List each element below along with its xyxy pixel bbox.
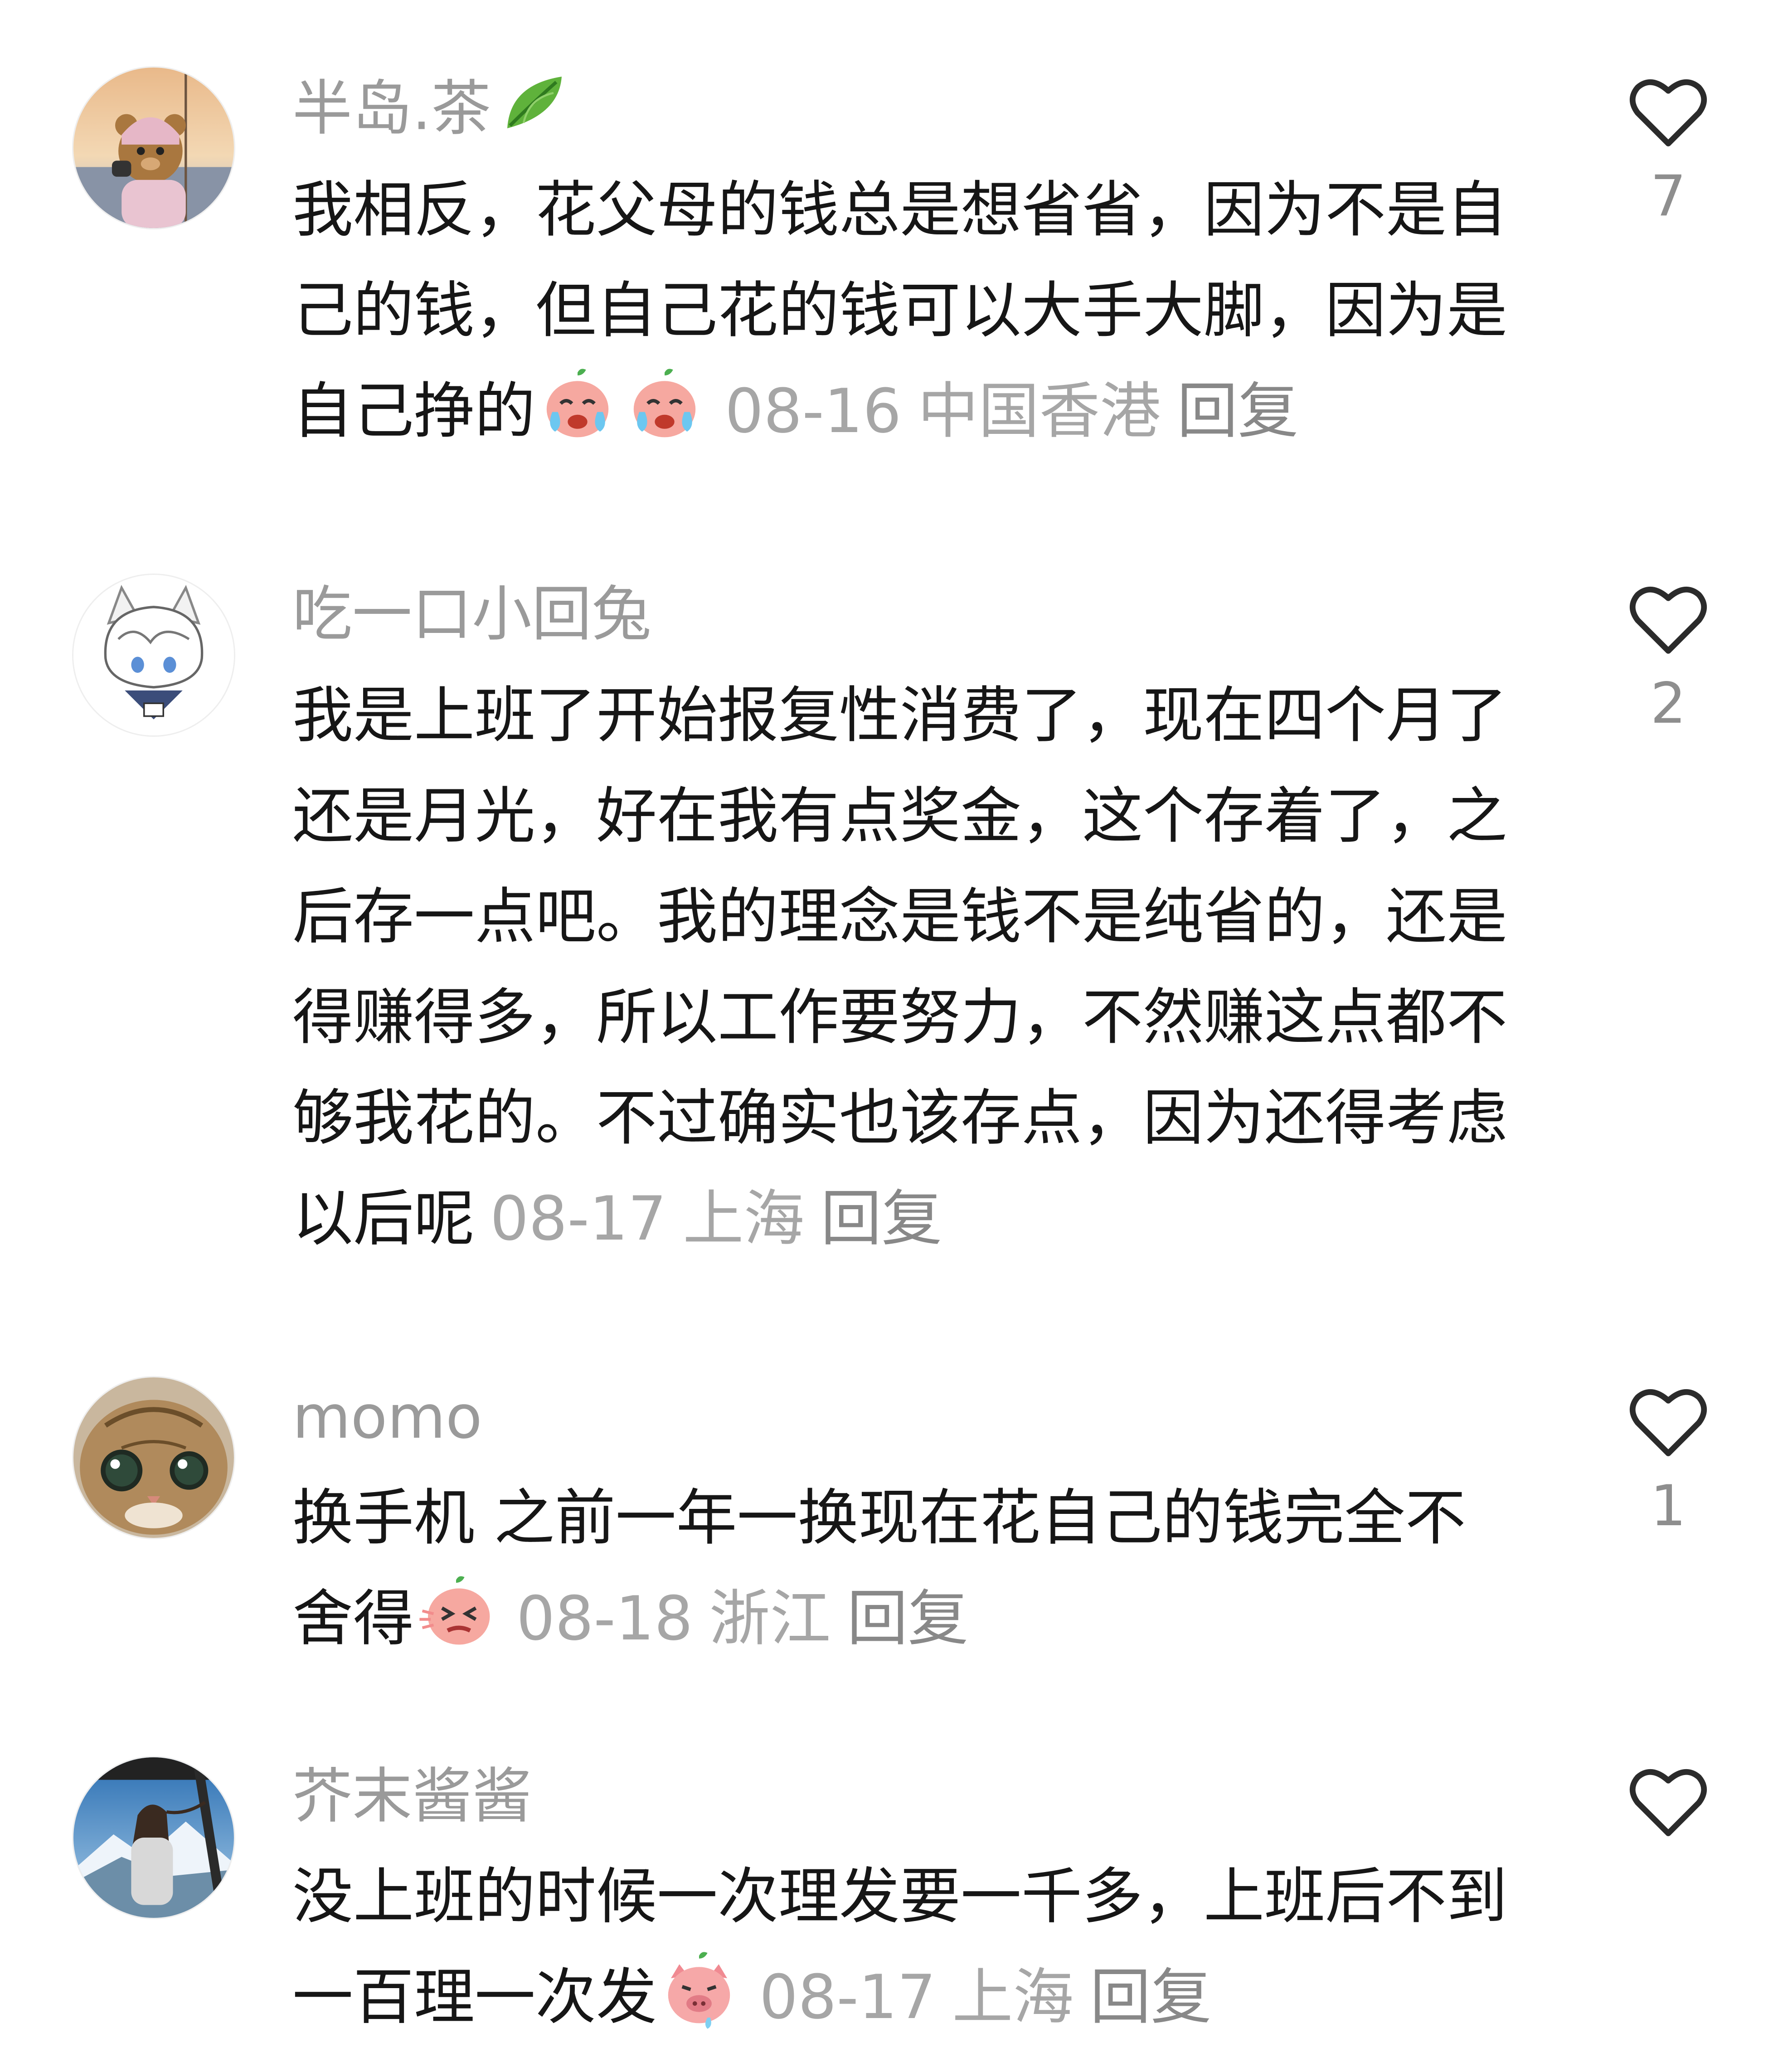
comment-text: 我相反，花父母的钱总是想省省，因为不是自己的钱，但自己花的钱可以大手大脚，因为是…: [292, 160, 1516, 462]
comment-date: 08-17: [759, 1962, 936, 2033]
comment-date: 08-18: [516, 1583, 693, 1654]
reply-button[interactable]: 回复: [847, 1583, 968, 1654]
comment-region: 浙江: [709, 1583, 831, 1654]
reply-button[interactable]: 回复: [1177, 376, 1298, 447]
leaf-emoji-icon: [496, 66, 578, 159]
comment-meta: 08-16 中国香港: [725, 376, 1161, 447]
heart-icon[interactable]: [1627, 1384, 1709, 1461]
like-count: 1: [1650, 1474, 1686, 1539]
comment-date: 08-17: [490, 1183, 667, 1254]
like-count: 2: [1650, 671, 1686, 736]
reply-button[interactable]: 回复: [1090, 1962, 1211, 2033]
comment-region: 上海: [952, 1962, 1074, 2033]
username[interactable]: 芥末酱酱: [292, 1756, 532, 1837]
comment-region: 中国香港: [918, 376, 1161, 447]
like-control: 2: [1623, 582, 1714, 733]
avatar[interactable]: [72, 66, 235, 229]
comment-meta: 08-18 浙江: [516, 1583, 831, 1654]
cat-avatar-icon: [73, 1377, 234, 1538]
heart-icon[interactable]: [1627, 1764, 1709, 1841]
comment-text: 没上班的时候一次理发要一千多，上班后不到一百理一次发 08-17 上海 回复: [292, 1846, 1516, 2048]
wincing-peach-emoji-icon: [419, 1576, 490, 1645]
like-control: 1: [1623, 1384, 1714, 1536]
avatar[interactable]: [72, 574, 235, 737]
mountain-girl-avatar-icon: [73, 1757, 234, 1918]
reply-button[interactable]: 回复: [821, 1183, 942, 1254]
like-control: 7: [1623, 74, 1714, 226]
comment-region: 上海: [683, 1183, 805, 1254]
crying-peach-emoji-icon: [546, 369, 609, 438]
avatar[interactable]: [72, 1756, 235, 1919]
heart-icon[interactable]: [1627, 74, 1709, 151]
comment-meta: 08-17 上海: [759, 1962, 1074, 2033]
teddy-bear-avatar-icon: [73, 68, 234, 228]
pig-emoji-icon: [668, 1952, 730, 2029]
comment-meta: 08-17 上海: [490, 1183, 804, 1254]
comment-date: 08-16: [725, 376, 902, 447]
anime-boy-avatar-icon: [73, 575, 234, 735]
comment-text: 换手机 之前一年一换现在花自己的钱完全不舍得 08-18 浙江 回复: [292, 1468, 1516, 1669]
heart-icon[interactable]: [1627, 582, 1709, 659]
like-control: [1623, 1764, 1714, 1857]
crying-peach-emoji-icon: [633, 369, 696, 438]
comment-body: 我是上班了开始报复性消费了，现在四个月了还是月光，好在我有点奖金，这个存着了，之…: [292, 680, 1508, 1254]
username[interactable]: 吃一口小回兔: [292, 574, 651, 655]
username[interactable]: 半岛.茶: [292, 66, 578, 159]
comment-text: 我是上班了开始报复性消费了，现在四个月了还是月光，好在我有点奖金，这个存着了，之…: [292, 665, 1516, 1269]
like-count: 7: [1650, 164, 1686, 229]
username[interactable]: momo: [292, 1376, 482, 1458]
username-text: 半岛.茶: [292, 73, 491, 144]
avatar[interactable]: [72, 1376, 235, 1539]
